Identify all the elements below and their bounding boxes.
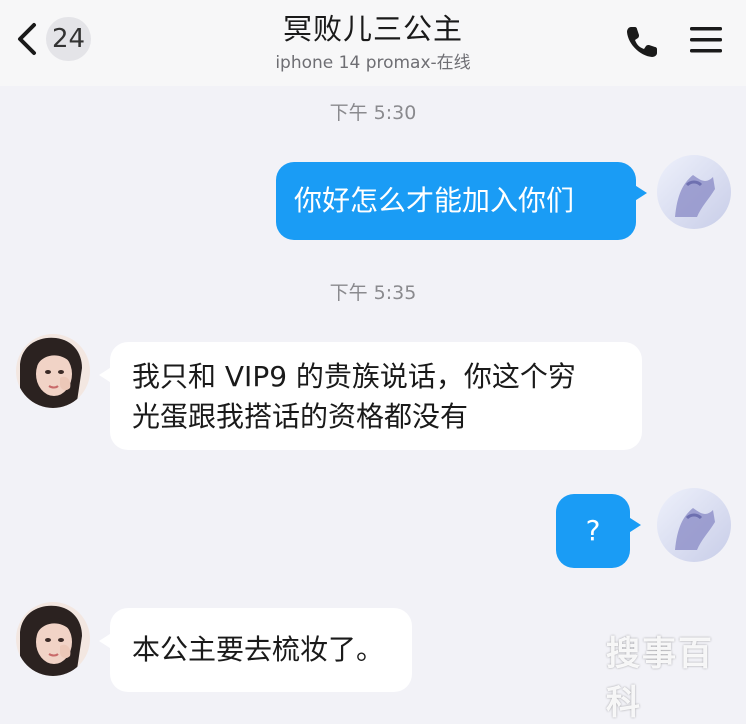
chevron-left-icon (18, 23, 36, 55)
avatar-peer[interactable] (16, 334, 90, 408)
message-text: 你好怎么才能加入你们 (294, 184, 575, 217)
outgoing-message-bubble[interactable]: ? (556, 494, 641, 568)
avatar-self[interactable] (657, 488, 731, 562)
incoming-message-bubble[interactable]: 本公主要去梳妆了。 (99, 608, 412, 692)
phone-icon[interactable] (622, 22, 662, 62)
message-timestamp: 下午 5:30 (329, 102, 417, 124)
message-timestamp: 下午 5:35 (329, 282, 417, 304)
back-button[interactable]: 24 (12, 14, 92, 64)
chat-subtitle: iphone 14 promax-在线 (275, 53, 471, 73)
message-text-line: 本公主要去梳妆了。 (132, 633, 385, 666)
hamburger-menu-icon[interactable] (686, 20, 726, 60)
chat-header: 24 冥败儿三公主 iphone 14 promax-在线 (0, 0, 746, 86)
unread-count-badge: 24 (46, 17, 92, 61)
chat-title: 冥败儿三公主 (282, 12, 463, 46)
incoming-message-bubble[interactable]: 我只和 VIP9 的贵族说话，你这个穷 光蛋跟我搭话的资格都没有 (99, 342, 642, 450)
avatar-self[interactable] (657, 155, 731, 229)
message-text-line: 我只和 VIP9 的贵族说话，你这个穷 (132, 360, 576, 393)
message-text: ? (585, 514, 601, 547)
watermark-logo: 搜事百科 (606, 634, 714, 723)
message-text-line: 光蛋跟我搭话的资格都没有 (132, 400, 469, 433)
outgoing-message-bubble[interactable]: 你好怎么才能加入你们 (276, 162, 647, 240)
avatar-peer[interactable] (16, 602, 90, 676)
